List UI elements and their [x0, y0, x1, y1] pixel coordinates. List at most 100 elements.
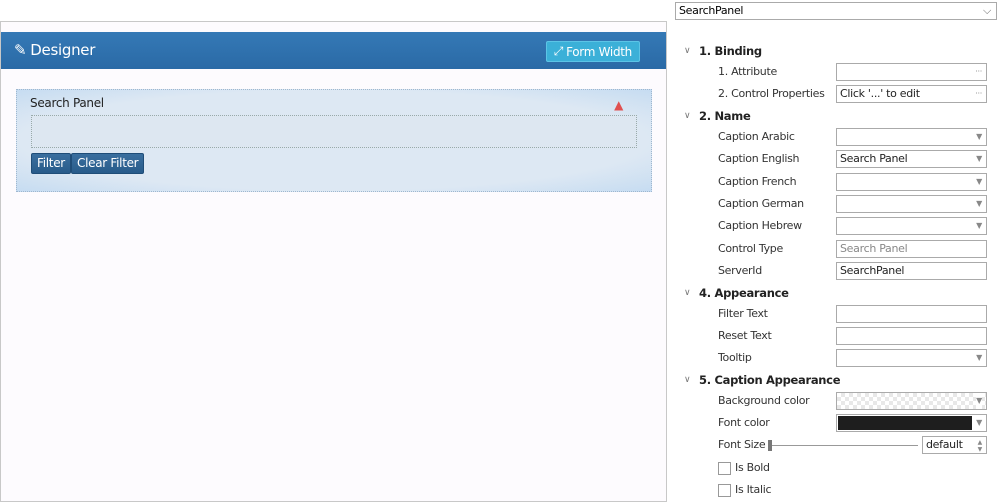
dropdown-arrow-icon: ▼	[976, 154, 982, 164]
section-title: 5. Caption Appearance	[699, 372, 841, 387]
is-italic-checkbox[interactable]	[718, 484, 731, 498]
section-binding[interactable]: ∨ 1. Binding	[668, 41, 1000, 61]
prop-caption-english: Caption English Search Panel ▼	[668, 148, 1000, 170]
prop-label: 1. Attribute	[718, 65, 777, 78]
section-name[interactable]: ∨ 2. Name	[668, 106, 1000, 126]
server-id-field[interactable]: SearchPanel	[836, 262, 987, 281]
is-bold-checkbox[interactable]	[718, 461, 731, 475]
prop-label: Font color	[718, 416, 770, 430]
section-title: 1. Binding	[699, 44, 762, 58]
designer-header: ✎ Designer ⤢ Form Width	[1, 32, 666, 69]
clear-filter-button[interactable]: Clear Filter	[71, 153, 145, 174]
filter-text-field[interactable]	[836, 304, 987, 323]
control-selector[interactable]: SearchPanel ⌵	[675, 2, 997, 20]
collapse-icon: ∨	[684, 46, 691, 56]
prop-label: Caption English	[718, 152, 800, 166]
prop-label: Caption Hebrew	[718, 219, 802, 233]
prop-label: Is Bold	[735, 460, 770, 474]
search-panel-control[interactable]: Search Panel ▲ Filter Clear Filter	[16, 89, 652, 192]
caption-english-select[interactable]: Search Panel ▼	[836, 150, 987, 169]
prop-caption-french: Caption French ▼	[668, 171, 1000, 193]
ellipsis-icon[interactable]: ···	[975, 64, 982, 80]
section-title: 4. Appearance	[699, 285, 789, 300]
prop-is-italic: Is Italic	[668, 479, 1000, 501]
slider-thumb[interactable]	[768, 440, 772, 452]
form-width-button[interactable]: ⤢ Form Width	[545, 41, 640, 62]
dropdown-arrow-icon: ▼	[976, 198, 982, 208]
prop-label: Tooltip	[718, 351, 752, 365]
control-properties-field[interactable]: Click '...' to edit ···	[836, 85, 987, 104]
warning-icon: ▲	[614, 98, 623, 112]
search-panel-area	[31, 115, 637, 148]
prop-caption-arabic: Caption Arabic ▼	[668, 126, 1000, 148]
collapse-icon: ∨	[684, 110, 691, 121]
prop-control-type: Control Type Search Panel	[668, 238, 1000, 260]
prop-attribute: 1. Attribute ···	[668, 61, 1000, 83]
prop-caption-german: Caption German ▼	[668, 193, 1000, 215]
prop-filter-text: Filter Text	[668, 303, 1000, 325]
caption-hebrew-select[interactable]: ▼	[836, 217, 987, 236]
prop-font-size: Font Size default ▲ ▼	[668, 434, 1000, 456]
caption-german-select[interactable]: ▼	[836, 194, 987, 213]
prop-server-id: ServerId SearchPanel	[668, 260, 1000, 282]
collapse-icon: ∨	[684, 374, 691, 385]
attribute-field[interactable]: ···	[836, 63, 987, 81]
tooltip-select[interactable]: ▼	[836, 349, 987, 368]
pencil-icon: ✎	[14, 41, 27, 59]
prop-reset-text: Reset Text	[668, 325, 1000, 347]
prop-caption-hebrew: Caption Hebrew ▼	[668, 215, 1000, 237]
prop-label: 2. Control Properties	[718, 87, 825, 101]
font-color-swatch	[838, 416, 972, 431]
prop-value: Click '...' to edit	[840, 87, 920, 101]
spinner-arrows-icon[interactable]: ▲ ▼	[978, 439, 983, 453]
font-color-picker[interactable]: ▼	[836, 414, 987, 433]
caption-arabic-select[interactable]: ▼	[836, 127, 987, 146]
prop-label: Background color	[718, 393, 810, 407]
dropdown-arrow-icon: ▼	[976, 131, 982, 141]
prop-tooltip: Tooltip ▼	[668, 347, 1000, 369]
properties-pane: SearchPanel ⌵ ∨ 1. Binding 1. Attribute ···…	[668, 0, 1000, 502]
prop-value: default	[926, 438, 963, 452]
prop-value: Search Panel	[840, 152, 908, 166]
property-grid: ∨ 1. Binding 1. Attribute ··· 2. Control P…	[668, 41, 1000, 502]
prop-is-bold: Is Bold	[668, 457, 1000, 479]
font-size-slider[interactable]	[768, 440, 918, 452]
prop-label: Is Italic	[735, 483, 772, 497]
prop-label: Filter Text	[718, 306, 768, 320]
dropdown-arrow-icon: ▼	[976, 418, 982, 428]
font-size-spinner[interactable]: default ▲ ▼	[922, 436, 987, 455]
dropdown-arrow-icon: ▼	[976, 392, 982, 409]
prop-label: Reset Text	[718, 328, 772, 342]
prop-control-properties: 2. Control Properties Click '...' to edit…	[668, 83, 1000, 105]
designer-title: Designer	[30, 41, 96, 59]
prop-label: Font Size	[718, 438, 766, 452]
prop-label: Control Type	[718, 241, 783, 255]
dropdown-arrow-icon: ▼	[976, 353, 982, 363]
prop-background-color: Background color ▼	[668, 390, 1000, 412]
resize-icon: ⤢	[553, 44, 564, 58]
filter-button[interactable]: Filter	[31, 153, 71, 174]
form-width-label: Form Width	[566, 44, 632, 59]
search-panel-caption: Search Panel	[30, 96, 104, 110]
prop-label: ServerId	[718, 264, 762, 278]
dropdown-arrow-icon: ▼	[976, 221, 982, 231]
section-title: 2. Name	[699, 108, 751, 123]
prop-value: SearchPanel	[840, 264, 905, 278]
section-caption-appearance[interactable]: ∨ 5. Caption Appearance	[668, 370, 1000, 390]
prop-label: Caption German	[718, 196, 804, 210]
caption-french-select[interactable]: ▼	[836, 172, 987, 191]
prop-font-color: Font color ▼	[668, 412, 1000, 434]
prop-label: Caption Arabic	[718, 129, 795, 143]
dropdown-arrow-icon: ▼	[976, 176, 982, 186]
chevron-down-icon: ⌵	[982, 4, 991, 17]
ellipsis-icon[interactable]: ···	[975, 86, 982, 102]
collapse-icon: ∨	[684, 287, 691, 298]
reset-text-field[interactable]	[836, 326, 987, 345]
designer-pane: ✎ Designer ⤢ Form Width Search Panel ▲ Fil…	[0, 21, 667, 502]
prop-value: Search Panel	[840, 241, 908, 255]
control-type-field: Search Panel	[836, 239, 987, 258]
background-color-picker[interactable]: ▼	[836, 391, 987, 410]
control-selector-value: SearchPanel	[679, 4, 744, 17]
section-appearance[interactable]: ∨ 4. Appearance	[668, 283, 1000, 303]
prop-label: Caption French	[718, 174, 797, 188]
